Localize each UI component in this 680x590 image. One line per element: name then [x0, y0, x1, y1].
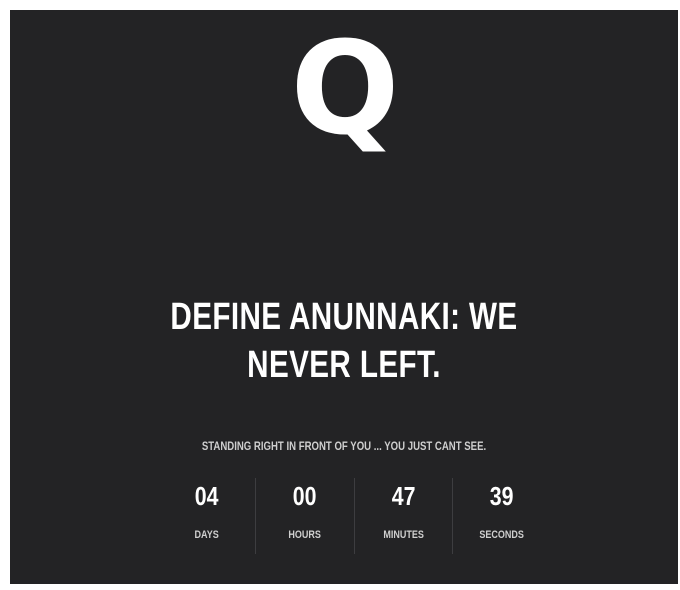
- page-title-line-1: DEFINE ANUNNAKI: WE: [170, 296, 518, 338]
- minutes-value: 47: [391, 481, 415, 511]
- hours-label: HOURS: [288, 529, 322, 541]
- hours-value: 00: [293, 481, 317, 511]
- days-value: 04: [194, 481, 219, 511]
- page-frame: Q DEFINE ANUNNAKI: WE NEVER LEFT. STANDI…: [10, 10, 678, 584]
- countdown-timer: 04 DAYS 00 HOURS 47 MINUTES 39 SECONDS: [158, 478, 550, 554]
- minutes-label: MINUTES: [382, 529, 424, 541]
- tagline: STANDING RIGHT IN FRONT OF YOU ... YOU J…: [201, 439, 487, 453]
- countdown-seconds: 39 SECONDS: [451, 478, 550, 554]
- page-title: DEFINE ANUNNAKI: WE NEVER LEFT.: [83, 293, 604, 389]
- seconds-value: 39: [489, 481, 514, 511]
- countdown-hours: 00 HOURS: [255, 478, 353, 554]
- seconds-label: SECONDS: [479, 529, 524, 541]
- countdown-minutes: 47 MINUTES: [353, 478, 452, 554]
- logo: Q: [290, 15, 400, 164]
- days-label: DAYS: [194, 529, 219, 541]
- page-title-line-2: NEVER LEFT.: [247, 344, 441, 386]
- countdown-days: 04 DAYS: [158, 478, 255, 554]
